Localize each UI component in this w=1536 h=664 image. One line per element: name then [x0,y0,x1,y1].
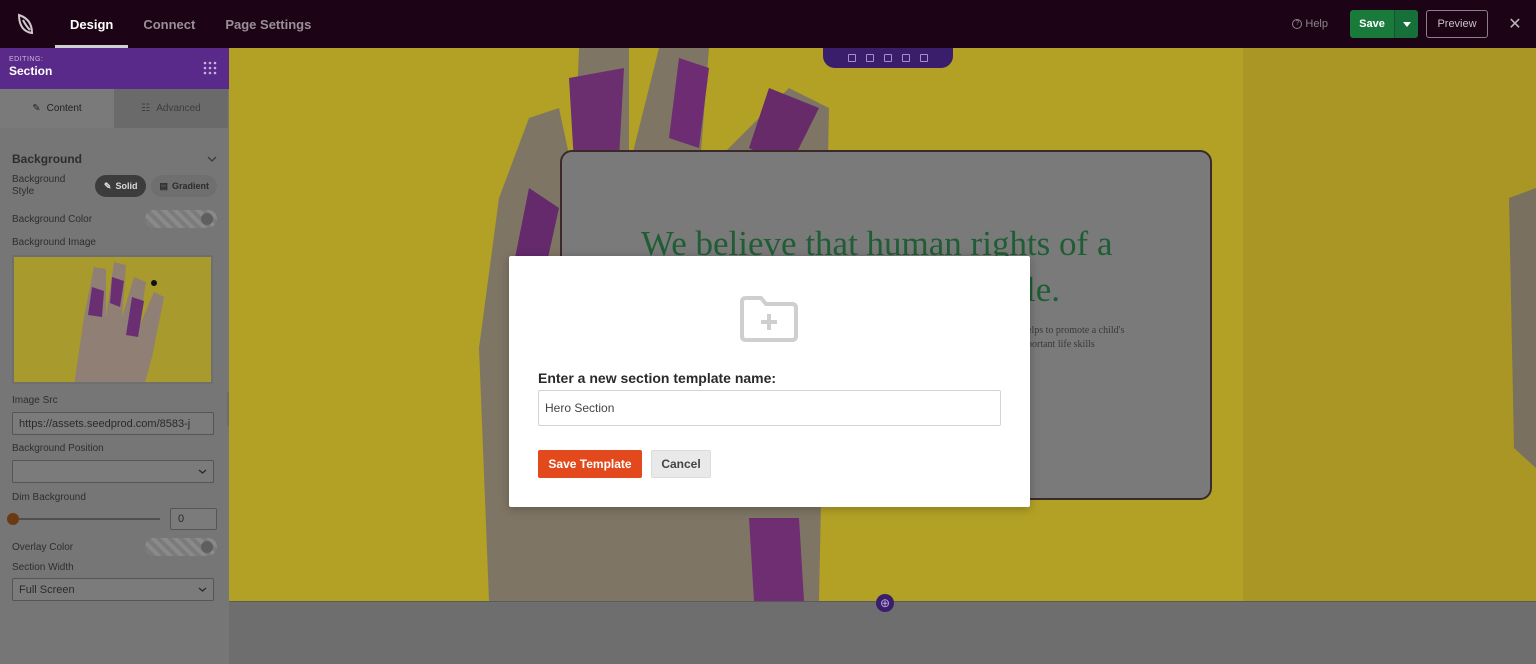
bg-position-label: Background Position [12,443,104,454]
overlay-color-label: Overlay Color [12,541,74,553]
template-name-label: Enter a new section template name: [538,370,777,386]
folder-plus-icon [740,296,798,342]
hands-image [14,257,211,382]
bg-color-picker[interactable] [145,210,217,228]
bg-position-select[interactable] [12,460,214,483]
editing-title: Section [9,64,53,78]
seedprod-logo-icon[interactable] [0,0,52,48]
section-title: Background [12,152,83,166]
hero-subtext-line2: portant life skills [1027,339,1095,350]
bg-color-label: Background Color [12,213,93,225]
tab-content-label: Content [46,103,82,114]
help-icon: ? [1292,19,1303,29]
save-button-group: Save [1350,10,1418,38]
hero-subtext-line1: elps to promote a child's [1027,325,1125,336]
chevron-down-icon [207,156,217,162]
tab-advanced-label: Advanced [156,103,201,114]
bg-image-thumbnail[interactable] [12,255,213,384]
dim-bg-row: 0 [7,508,217,530]
close-icon[interactable]: ✕ [1502,14,1528,34]
paint-brush-icon: ✎ [103,180,112,191]
color-dropper-icon [201,213,213,225]
tab-content[interactable]: ✎ Content [0,89,114,128]
add-section-button[interactable]: ⊕ [876,594,894,612]
save-template-button[interactable]: Save Template [538,450,642,478]
settings-panel: Background Background Style ✎ Solid ▤ Gr… [0,138,229,601]
dim-bg-input[interactable]: 0 [170,508,217,530]
help-label: Help [1305,18,1328,30]
duplicate-icon[interactable] [902,54,910,62]
plus-icon: ⊕ [879,596,891,610]
save-button[interactable]: Save [1350,10,1394,38]
top-bar: Design Connect Page Settings ? Help Save… [0,0,1536,48]
sidebar-tabs: ✎ Content ☷ Advanced [0,89,229,128]
trash-icon[interactable] [920,54,928,62]
solid-label: Solid [115,181,138,191]
template-name-input[interactable] [538,390,1001,426]
section-width-select[interactable]: Full Screen [12,578,214,601]
slider-handle[interactable] [7,513,19,525]
tab-page-settings[interactable]: Page Settings [210,0,326,48]
settings-icon[interactable] [866,54,874,62]
sidebar: EDITING: Section ✎ Content ☷ Advanced Ba… [0,48,229,664]
overlay-color-row: Overlay Color [12,538,217,556]
gradient-style-button[interactable]: ▤ Gradient [151,175,217,197]
section-width-value: Full Screen [19,583,75,596]
color-dropper-icon [201,541,213,553]
overlay-color-picker[interactable] [145,538,217,556]
editing-label: EDITING: [9,56,44,63]
section-toolbar [823,48,953,68]
save-dropdown-button[interactable] [1394,10,1418,38]
preview-button[interactable]: Preview [1426,10,1488,38]
grid-menu-icon[interactable] [203,61,217,75]
editing-header: EDITING: Section [0,48,229,89]
chevron-down-icon [198,469,207,474]
dim-bg-label: Dim Background [12,492,86,503]
save-section-icon[interactable] [884,54,892,62]
pencil-icon: ✎ [32,103,41,114]
bg-style-row: Background Style ✎ Solid ▤ Gradient [12,174,217,198]
caret-down-icon [1402,21,1411,27]
hero-subtext[interactable]: elps to promote a child's portant life s… [1027,324,1124,352]
move-icon[interactable] [848,54,856,62]
help-link[interactable]: ? Help [1292,18,1328,30]
section-width-label: Section Width [12,562,74,573]
tab-advanced[interactable]: ☷ Advanced [114,89,228,128]
hero-headline-line2[interactable]: le. [1026,270,1060,310]
dim-bg-slider[interactable] [7,513,160,525]
chevron-down-icon [198,587,207,592]
bg-style-label: Background Style [12,174,66,197]
image-src-label: Image Src [12,395,58,406]
save-template-modal: Enter a new section template name: Save … [509,256,1030,507]
solid-style-button[interactable]: ✎ Solid [94,175,147,197]
tab-design[interactable]: Design [55,0,129,48]
bg-color-row: Background Color [12,210,217,228]
gradient-label: Gradient [171,181,209,191]
bg-image-label: Background Image [12,237,96,248]
sliders-icon: ☷ [141,103,151,114]
gradient-icon: ▤ [159,180,168,191]
tab-connect[interactable]: Connect [128,0,210,48]
image-src-input[interactable]: https://assets.seedprod.com/8583-j [12,412,214,435]
cancel-button[interactable]: Cancel [651,450,711,478]
